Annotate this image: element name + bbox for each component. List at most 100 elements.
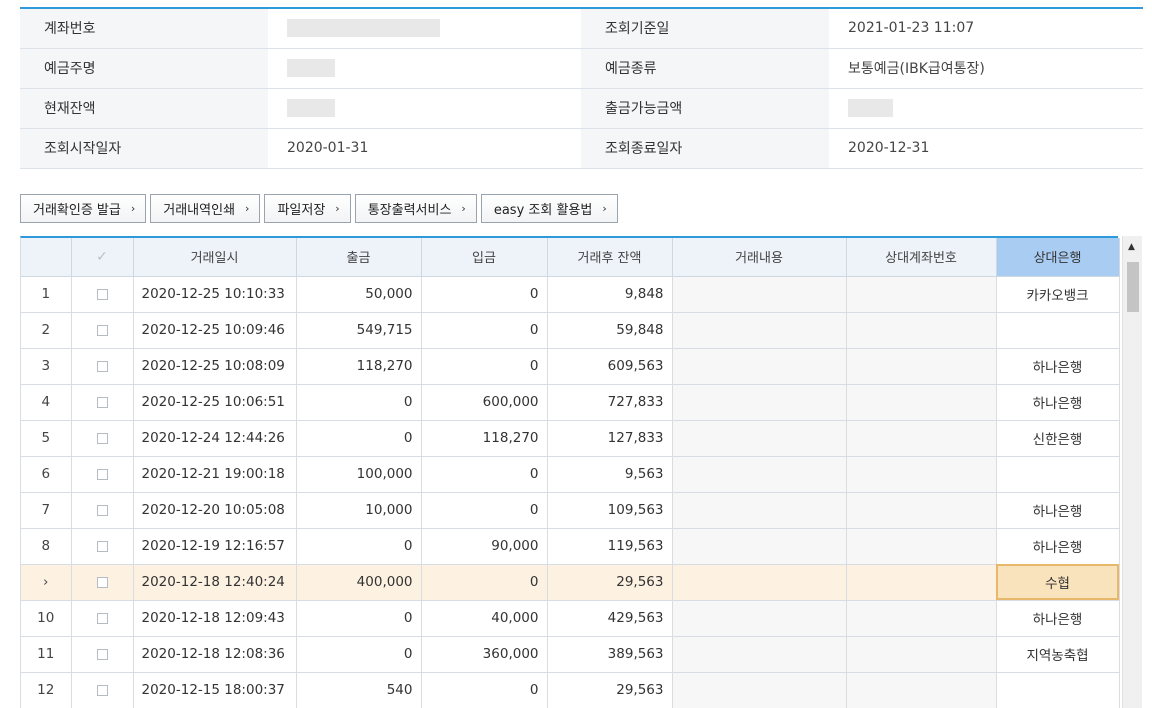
datetime-cell[interactable]: 2020-12-25 10:06:51 (133, 384, 297, 421)
withdraw-cell[interactable]: 100,000 (296, 456, 422, 493)
row-checkbox[interactable] (71, 672, 134, 708)
deposit-cell[interactable]: 90,000 (421, 528, 548, 565)
counter-bank-header[interactable]: 상대은행 (996, 238, 1120, 277)
current-row-arrow-icon[interactable]: › (21, 564, 72, 601)
checkbox[interactable] (96, 684, 108, 696)
counter-account-cell[interactable] (846, 492, 997, 529)
counter-bank-cell[interactable] (996, 672, 1120, 708)
select-all-header[interactable]: ✓ (71, 238, 134, 277)
content-cell[interactable] (672, 600, 847, 637)
row-checkbox[interactable] (71, 636, 134, 673)
checkbox[interactable] (96, 288, 108, 300)
counter-bank-cell[interactable]: 수협 (996, 564, 1120, 601)
table-row[interactable]: 11 2020-12-18 12:08:36 0 360,000 389,563 지역농축… (21, 636, 1120, 673)
checkbox[interactable] (96, 648, 108, 660)
checkbox[interactable] (96, 540, 108, 552)
row-checkbox[interactable] (71, 312, 134, 349)
grid-scrollbar[interactable]: ▲ (1122, 236, 1142, 708)
row-number[interactable]: 6 (21, 456, 72, 493)
datetime-cell[interactable]: 2020-12-18 12:40:24 (133, 564, 297, 601)
issue-transaction-confirmation-button[interactable]: 거래확인증 발급 › (20, 194, 147, 223)
counter-account-cell[interactable] (846, 672, 997, 708)
content-cell[interactable] (672, 420, 847, 457)
content-cell[interactable] (672, 312, 847, 349)
deposit-cell[interactable]: 40,000 (421, 600, 548, 637)
row-number[interactable]: 3 (21, 348, 72, 385)
counter-account-cell[interactable] (846, 636, 997, 673)
row-number[interactable]: 4 (21, 384, 72, 421)
row-number[interactable]: 11 (21, 636, 72, 673)
counter-account-cell[interactable] (846, 384, 997, 421)
content-cell[interactable] (672, 636, 847, 673)
balance-cell[interactable]: 29,563 (547, 672, 673, 708)
counter-bank-cell[interactable]: 카카오뱅크 (996, 276, 1120, 313)
print-transactions-button[interactable]: 거래내역인쇄 › (150, 194, 261, 223)
counter-bank-cell[interactable] (996, 312, 1120, 349)
counter-account-cell[interactable] (846, 420, 997, 457)
withdraw-cell[interactable]: 0 (296, 600, 422, 637)
counter-bank-cell[interactable] (996, 456, 1120, 493)
balance-cell[interactable]: 727,833 (547, 384, 673, 421)
row-number[interactable]: 12 (21, 672, 72, 708)
datetime-cell[interactable]: 2020-12-25 10:10:33 (133, 276, 297, 313)
content-cell[interactable] (672, 348, 847, 385)
datetime-cell[interactable]: 2020-12-20 10:05:08 (133, 492, 297, 529)
table-row[interactable]: 6 2020-12-21 19:00:18 100,000 0 9,563 (21, 456, 1120, 493)
datetime-cell[interactable]: 2020-12-18 12:09:43 (133, 600, 297, 637)
table-row[interactable]: 10 2020-12-18 12:09:43 0 40,000 429,563 하나은행 (21, 600, 1120, 637)
counter-account-cell[interactable] (846, 600, 997, 637)
withdraw-header[interactable]: 출금 (296, 238, 422, 277)
withdraw-cell[interactable]: 0 (296, 636, 422, 673)
table-row[interactable]: 3 2020-12-25 10:08:09 118,270 0 609,563 하나은행 (21, 348, 1120, 385)
checkbox[interactable] (96, 504, 108, 516)
checkbox[interactable] (96, 612, 108, 624)
scroll-up-arrow-icon[interactable]: ▲ (1128, 242, 1135, 252)
row-number[interactable]: 1 (21, 276, 72, 313)
table-row[interactable]: 4 2020-12-25 10:06:51 0 600,000 727,833 하나은행 (21, 384, 1120, 421)
row-number[interactable]: 5 (21, 420, 72, 457)
counter-account-cell[interactable] (846, 456, 997, 493)
datetime-cell[interactable]: 2020-12-24 12:44:26 (133, 420, 297, 457)
content-cell[interactable] (672, 528, 847, 565)
row-checkbox[interactable] (71, 492, 134, 529)
content-cell[interactable] (672, 276, 847, 313)
counter-account-cell[interactable] (846, 348, 997, 385)
counter-bank-cell[interactable]: 지역농축협 (996, 636, 1120, 673)
deposit-cell[interactable]: 0 (421, 312, 548, 349)
datetime-header[interactable]: 거래일시 (133, 238, 297, 277)
balance-cell[interactable]: 9,563 (547, 456, 673, 493)
counter-bank-cell[interactable]: 신한은행 (996, 420, 1120, 457)
deposit-cell[interactable]: 0 (421, 672, 548, 708)
deposit-cell[interactable]: 600,000 (421, 384, 548, 421)
withdraw-cell[interactable]: 0 (296, 420, 422, 457)
row-checkbox[interactable] (71, 348, 134, 385)
easy-query-guide-button[interactable]: easy 조회 활용법 › (480, 194, 618, 223)
table-row[interactable]: 7 2020-12-20 10:05:08 10,000 0 109,563 하나은행 (21, 492, 1120, 529)
table-row[interactable]: 2 2020-12-25 10:09:46 549,715 0 59,848 (21, 312, 1120, 349)
content-header[interactable]: 거래내용 (672, 238, 847, 277)
save-file-button[interactable]: 파일저장 › (264, 194, 351, 223)
balance-cell[interactable]: 609,563 (547, 348, 673, 385)
deposit-cell[interactable]: 0 (421, 492, 548, 529)
checkbox[interactable] (96, 468, 108, 480)
row-checkbox[interactable] (71, 420, 134, 457)
withdraw-cell[interactable]: 400,000 (296, 564, 422, 601)
datetime-cell[interactable]: 2020-12-15 18:00:37 (133, 672, 297, 708)
withdraw-cell[interactable]: 0 (296, 528, 422, 565)
balance-cell[interactable]: 127,833 (547, 420, 673, 457)
withdraw-cell[interactable]: 549,715 (296, 312, 422, 349)
content-cell[interactable] (672, 456, 847, 493)
counter-bank-cell[interactable]: 하나은행 (996, 348, 1120, 385)
table-row[interactable]: 1 2020-12-25 10:10:33 50,000 0 9,848 카카오뱅크 (21, 276, 1120, 313)
deposit-cell[interactable]: 360,000 (421, 636, 548, 673)
balance-cell[interactable]: 429,563 (547, 600, 673, 637)
balance-cell[interactable]: 9,848 (547, 276, 673, 313)
datetime-cell[interactable]: 2020-12-18 12:08:36 (133, 636, 297, 673)
scrollbar-thumb[interactable] (1127, 262, 1139, 312)
datetime-cell[interactable]: 2020-12-21 19:00:18 (133, 456, 297, 493)
counter-account-cell[interactable] (846, 276, 997, 313)
deposit-cell[interactable]: 0 (421, 456, 548, 493)
datetime-cell[interactable]: 2020-12-25 10:08:09 (133, 348, 297, 385)
content-cell[interactable] (672, 384, 847, 421)
balance-cell[interactable]: 389,563 (547, 636, 673, 673)
